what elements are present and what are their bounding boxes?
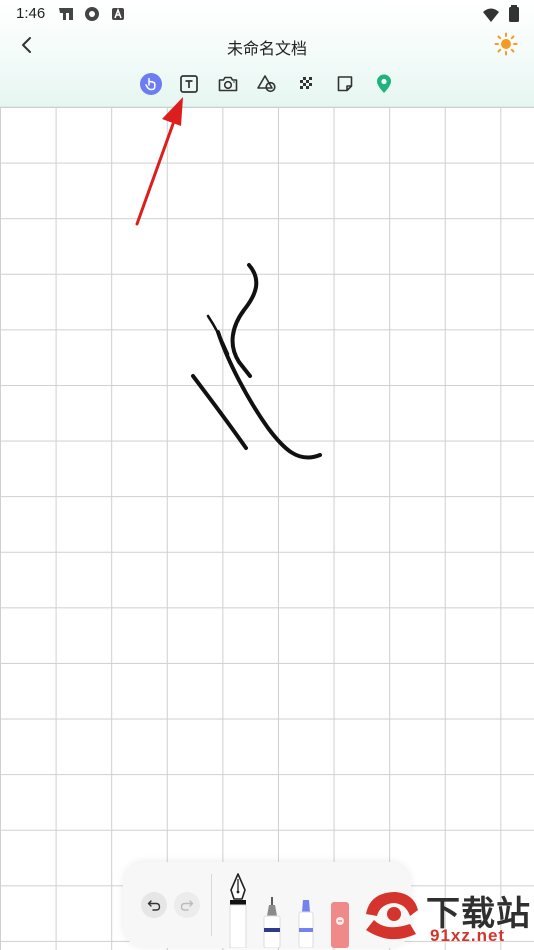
notification-app-icon xyxy=(59,8,73,20)
marker-pen-icon[interactable] xyxy=(295,898,317,948)
undo-icon xyxy=(147,900,161,911)
status-time: 1:46 xyxy=(16,5,46,22)
fineliner-pen-icon[interactable] xyxy=(261,896,283,948)
wifi-icon xyxy=(482,8,499,22)
redo-button[interactable] xyxy=(174,892,200,918)
tool-row xyxy=(0,66,534,102)
panel-divider xyxy=(211,874,212,936)
text-box-icon[interactable] xyxy=(177,72,201,96)
location-pin-icon[interactable] xyxy=(372,72,396,96)
watermark-domain: 91xz.net xyxy=(430,926,506,945)
eraser-pen-icon[interactable] xyxy=(329,902,351,948)
fountain-pen-icon[interactable] xyxy=(226,872,250,948)
status-bar: 1:46 xyxy=(0,0,534,28)
shapes-icon[interactable] xyxy=(255,72,279,96)
status-right xyxy=(482,5,520,28)
sun-icon[interactable] xyxy=(494,32,518,56)
watermark-logo-icon xyxy=(366,892,418,940)
sticky-note-icon[interactable] xyxy=(333,72,357,96)
eraser-pattern-icon[interactable] xyxy=(294,72,318,96)
notification-a-icon xyxy=(112,7,124,20)
page-title: 未命名文档 xyxy=(226,41,307,58)
redo-icon xyxy=(180,900,194,911)
undo-button[interactable] xyxy=(141,892,167,918)
watermark: 下载站 91xz.net xyxy=(360,884,532,948)
app-bar: 未命名文档 xyxy=(0,28,534,62)
hand-pointer-icon[interactable] xyxy=(139,72,163,96)
top-bar: 1:46 未命名文档 xyxy=(0,0,534,107)
notification-aperture-icon xyxy=(85,7,99,21)
camera-icon[interactable] xyxy=(216,72,240,96)
drawing-canvas[interactable] xyxy=(0,107,534,950)
battery-icon xyxy=(509,5,519,22)
